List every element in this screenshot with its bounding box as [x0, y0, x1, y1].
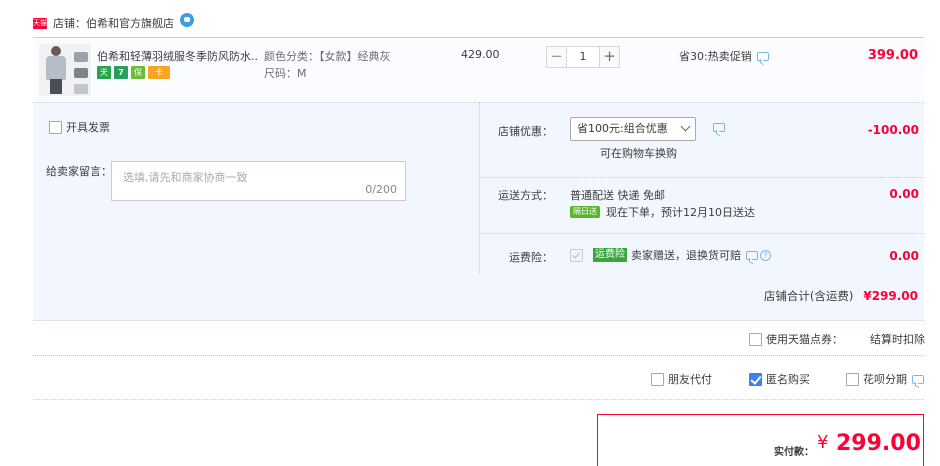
model-figure: [43, 46, 69, 94]
tmall-coupon-option[interactable]: 使用天猫点券： 结算时扣除: [749, 331, 925, 347]
store-discount-label: 店铺优惠：: [498, 125, 553, 138]
payment-total: 299.00: [836, 431, 921, 456]
unit-price: 429.00: [461, 48, 500, 61]
invoice-label: 开具发票: [66, 121, 110, 134]
tmall-icon: 天猫: [33, 17, 47, 29]
delivery-estimate: 隔日送 现在下单，预计12月10日送达: [570, 204, 755, 220]
anonymous-label: 匿名购买: [766, 373, 810, 386]
shipping-amount: 0.00: [889, 187, 919, 201]
store-total-value: ¥299.00: [863, 289, 918, 303]
store-discount-selected: 省100元:组合优惠: [577, 122, 668, 135]
seller-note-label: 给卖家留言：: [46, 165, 112, 178]
insurance-tag: 运费险: [593, 248, 627, 262]
discount-message-icon[interactable]: [708, 122, 725, 135]
currency-symbol: ¥: [817, 432, 829, 453]
message-icon[interactable]: [756, 51, 769, 61]
sku-info: 颜色分类：【女款】经典灰 尺码：M: [264, 48, 391, 82]
insurance-text: 卖家赠送，退换货可赔: [631, 249, 741, 262]
help-icon[interactable]: ?: [760, 249, 771, 261]
color-swatch: [74, 68, 88, 78]
message-icon[interactable]: [746, 250, 758, 260]
friend-pay-label: 朋友代付: [668, 373, 712, 386]
store-header: 天猫 店铺：伯希和官方旗舰店: [33, 13, 194, 32]
invoice-option[interactable]: 开具发票: [49, 119, 110, 135]
insurance-label: 运费险：: [509, 251, 553, 264]
anonymous-option[interactable]: 匿名购买: [749, 371, 810, 387]
sku-color: 颜色分类：【女款】经典灰: [264, 50, 391, 63]
coupon-row: 使用天猫点券： 结算时扣除: [33, 322, 925, 356]
tmall-service-icon: 天猫: [97, 66, 111, 90]
shipping-method: 普通配送 快递 免邮: [570, 189, 665, 202]
promotion-text: 省30:热卖促销: [679, 50, 752, 63]
seller-note-input[interactable]: 选填,请先和商家协商一致 0/200: [111, 161, 406, 201]
left-options: 开具发票 给卖家留言： 选填,请先和商家协商一致 0/200: [33, 103, 479, 273]
anonymous-checkbox[interactable]: [749, 372, 762, 386]
product-title[interactable]: 伯希和轻薄羽绒服冬季防风防水...: [97, 48, 259, 64]
quantity-minus-button[interactable]: −: [546, 46, 567, 68]
next-day-tag: 隔日送: [570, 206, 600, 218]
guarantee-icon: 保: [131, 66, 145, 79]
insurance-checkbox: [570, 248, 583, 262]
insurance-amount: 0.00: [889, 249, 919, 263]
message-icon[interactable]: [912, 374, 924, 384]
insurance-section: 运费险： 运费险 卖家赠送，退换货可赔 ? 0.00: [480, 234, 925, 273]
seven-day-return-icon: 7: [114, 66, 128, 79]
quantity-stepper: − 1 +: [546, 46, 620, 68]
friend-pay-checkbox[interactable]: [651, 372, 664, 386]
card-payment-icon: 卡: [148, 66, 170, 79]
store-name[interactable]: 店铺：伯希和官方旗舰店: [53, 15, 174, 31]
message-icon: [713, 123, 725, 132]
store-discount-section: 店铺优惠： 省100元:组合优惠 可在购物车换购 -100.00: [480, 103, 925, 178]
item-subtotal: 399.00: [867, 48, 918, 63]
coupon-label: 使用天猫点券：: [766, 333, 843, 346]
huabei-checkbox[interactable]: [846, 372, 859, 386]
store-discount-amount: -100.00: [867, 123, 919, 137]
coupon-checkbox[interactable]: [749, 332, 762, 346]
product-thumbnail[interactable]: [39, 44, 91, 96]
service-badges: 天猫 7 保 卡: [97, 66, 170, 90]
sku-size: 尺码：M: [264, 67, 307, 80]
note-char-counter: 0/200: [365, 183, 397, 196]
payment-options-row: 朋友代付 匿名购买 花呗分期: [33, 356, 924, 400]
payment-label: 实付款：: [774, 447, 814, 458]
right-options: 店铺优惠： 省100元:组合优惠 可在购物车换购 -100.00 运送方式： 普…: [479, 103, 925, 273]
huabei-option[interactable]: 花呗分期: [846, 371, 924, 387]
payment-summary: 实付款： ¥ 299.00: [597, 414, 924, 466]
shipping-section: 运送方式： 普通配送 快递 免邮 隔日送 现在下单，预计12月10日送达 0.0…: [480, 178, 925, 234]
item-promotion: 省30:热卖促销: [679, 48, 769, 64]
color-swatch: [74, 52, 88, 62]
chevron-down-icon: [680, 121, 691, 132]
store-total-label: 店铺合计(含运费): [763, 289, 854, 303]
order-item-row: 伯希和轻薄羽绒服冬季防风防水... 天猫 7 保 卡 颜色分类：【女款】经典灰 …: [33, 37, 924, 103]
chat-icon[interactable]: [180, 13, 194, 27]
delivery-eta: 现在下单，预计12月10日送达: [606, 206, 755, 219]
discount-note: 可在购物车换购: [600, 147, 677, 160]
invoice-checkbox[interactable]: [49, 120, 62, 134]
seller-note-placeholder: 选填,请先和商家协商一致: [123, 171, 248, 184]
friend-pay-option[interactable]: 朋友代付: [651, 371, 712, 387]
insurance-content: 运费险 卖家赠送，退换货可赔 ?: [570, 247, 771, 263]
order-options-panel: 开具发票 给卖家留言： 选填,请先和商家协商一致 0/200 店铺优惠： 省10…: [33, 103, 925, 321]
quantity-plus-button[interactable]: +: [599, 46, 620, 68]
shipping-label: 运送方式：: [498, 189, 553, 202]
store-total: 店铺合计(含运费) ¥299.00: [764, 288, 918, 304]
coupon-deduct-text: 结算时扣除: [870, 333, 925, 346]
store-discount-select[interactable]: 省100元:组合优惠: [570, 117, 696, 141]
color-swatch: [74, 84, 88, 94]
huabei-label: 花呗分期: [863, 373, 907, 386]
quantity-input[interactable]: 1: [567, 46, 599, 68]
